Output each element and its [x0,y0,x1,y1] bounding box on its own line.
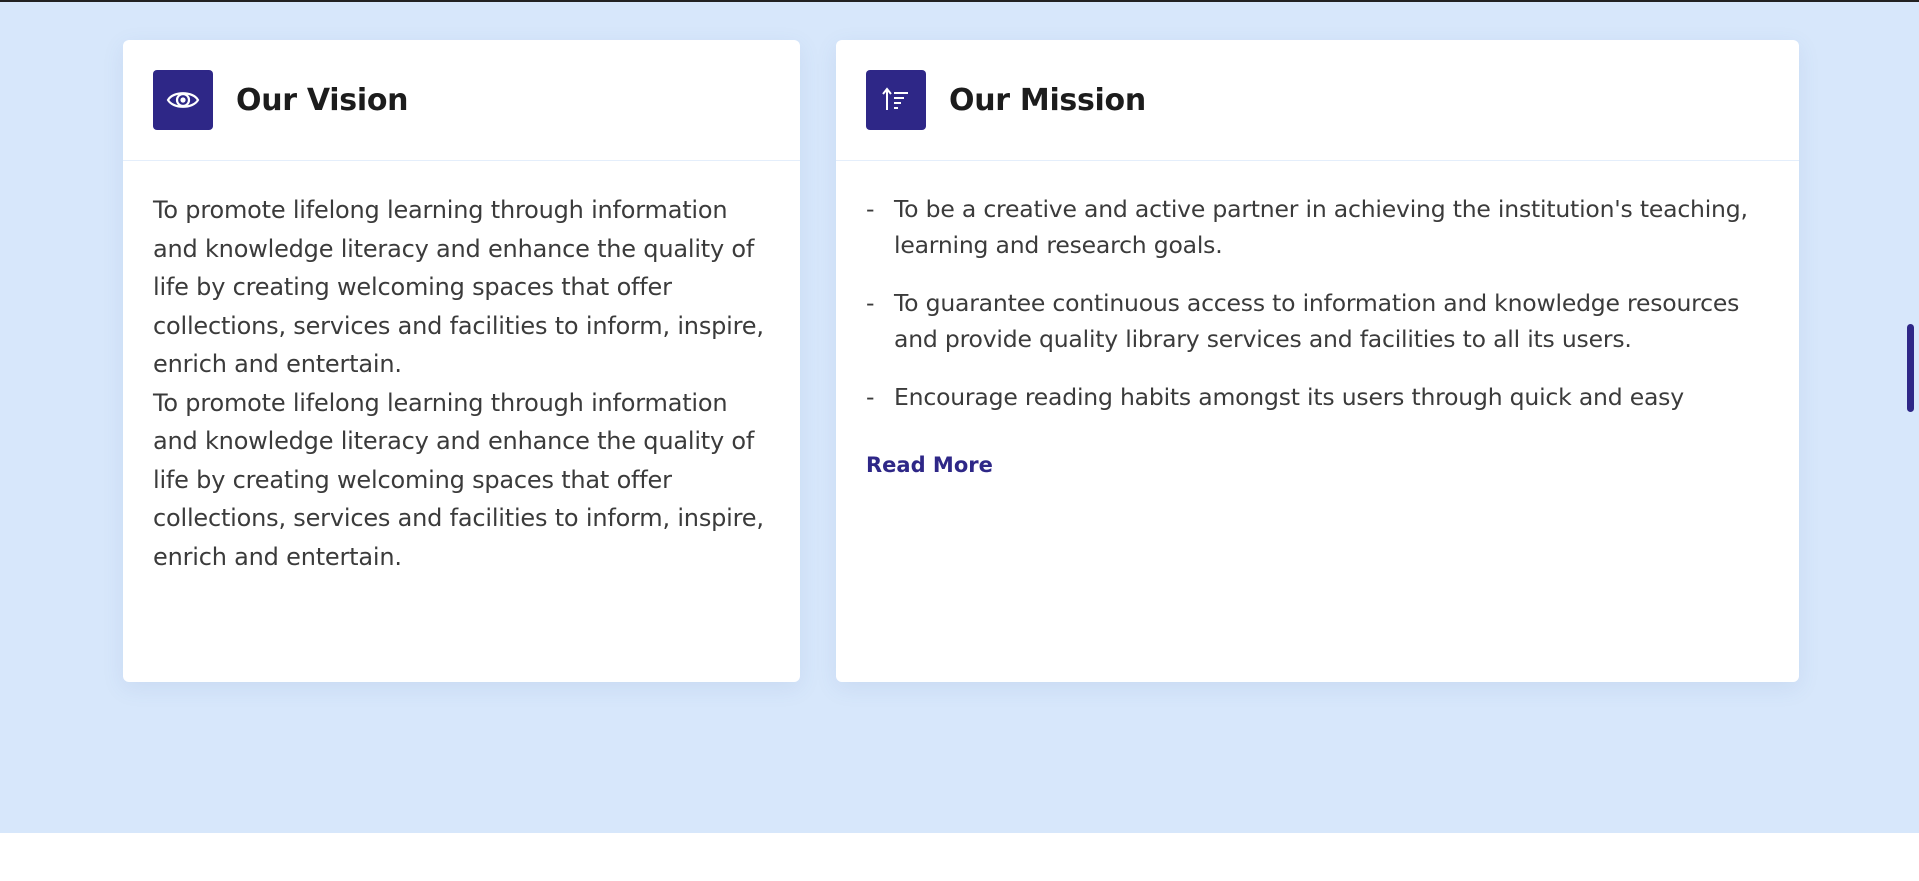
vision-body: To promote lifelong learning through inf… [123,161,800,576]
mission-body: - To be a creative and active partner in… [836,161,1799,477]
list-dash: - [866,383,875,411]
mission-list-item: - To be a creative and active partner in… [866,191,1769,263]
mission-item-text: To be a creative and active partner in a… [894,195,1748,259]
mission-card-header: Our Mission [836,40,1799,161]
list-dash: - [866,289,875,317]
list-dash: - [866,195,875,223]
vision-paragraph: To promote lifelong learning through inf… [153,388,764,571]
mission-item-text: To guarantee continuous access to inform… [894,289,1740,353]
vision-paragraph: To promote lifelong learning through inf… [153,196,764,378]
mission-list-item: - Encourage reading habits amongst its u… [866,379,1769,415]
mission-title: Our Mission [949,82,1146,118]
eye-icon [153,70,213,130]
vision-title: Our Vision [236,82,409,118]
vision-card: Our Vision To promote lifelong learning … [123,40,800,682]
mission-list-item: - To guarantee continuous access to info… [866,285,1769,357]
vision-card-header: Our Vision [123,40,800,161]
mission-card: Our Mission - To be a creative and activ… [836,40,1799,682]
mission-item-text: Encourage reading habits amongst its use… [894,383,1684,411]
scrollbar-thumb[interactable] [1907,324,1914,412]
read-more-link[interactable]: Read More [866,453,993,477]
mission-list: - To be a creative and active partner in… [866,191,1769,439]
sort-ascending-icon [866,70,926,130]
